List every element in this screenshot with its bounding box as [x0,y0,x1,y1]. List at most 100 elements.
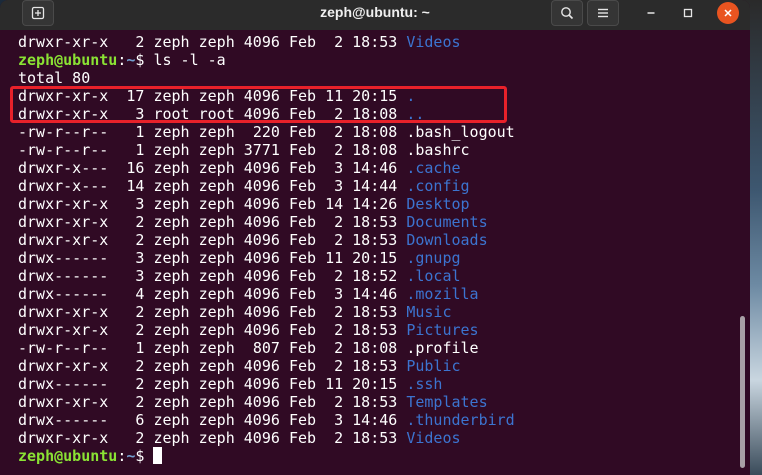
link-count: 2 [135,231,145,249]
minimize-button[interactable] [640,2,662,24]
time: 14:26 [352,195,398,213]
link-count: 2 [135,375,145,393]
maximize-icon [683,8,693,18]
permissions: drwxr-x--- [18,159,109,177]
listing-row: drwxr-xr-x 2 zeph zeph 4096 Feb 2 18:53 … [18,393,488,411]
time: 18:53 [352,393,398,411]
owner: zeph [153,231,190,249]
plus-in-box-icon [31,6,45,20]
new-tab-button[interactable] [22,0,54,26]
file-size: 3771 [243,141,280,159]
day: 2 [334,231,344,249]
link-count: 6 [135,411,145,429]
owner: zeph [153,141,190,159]
directory-name: .config [406,177,470,195]
file-size: 4096 [243,393,280,411]
search-icon [561,7,574,20]
day: 2 [334,267,344,285]
month: Feb [288,213,317,231]
month: Feb [288,33,317,51]
listing-row: drwx------ 3 zeph zeph 4096 Feb 11 20:15… [18,249,461,267]
permissions: -rw-r--r-- [18,123,109,141]
day: 11 [325,249,344,267]
day: 2 [334,321,344,339]
day: 2 [334,339,344,357]
day: 2 [334,429,344,447]
day: 11 [325,375,344,393]
time: 18:53 [352,303,398,321]
listing-row: drwxr-xr-x 2 zeph zeph 4096 Feb 2 18:53 … [18,33,461,51]
owner: zeph [153,357,190,375]
listing-row: drwxr-xr-x 2 zeph zeph 4096 Feb 2 18:53 … [18,303,452,321]
time: 20:15 [352,375,398,393]
total-text: total 80 [18,69,91,87]
time: 14:46 [352,285,398,303]
group: zeph [198,321,235,339]
month: Feb [288,357,317,375]
listing-row: drwxr-xr-x 2 zeph zeph 4096 Feb 2 18:53 … [18,231,488,249]
permissions: drwxr-xr-x [18,303,109,321]
group: zeph [198,339,235,357]
link-count: 2 [135,303,145,321]
directory-name: Templates [406,393,488,411]
link-count: 3 [135,249,145,267]
link-count: 1 [135,339,145,357]
time: 18:53 [352,33,398,51]
time: 18:53 [352,357,398,375]
prompt-user-host: zeph@ubuntu [18,51,118,69]
total-line: total 80 [18,69,90,87]
link-count: 2 [135,357,145,375]
file-name: .bash_logout [406,123,515,141]
permissions: drwxr-xr-x [18,393,109,411]
permissions: drwxr-xr-x [18,321,109,339]
time: 14:46 [352,159,398,177]
day: 2 [334,357,344,375]
file-size: 4096 [243,195,280,213]
permissions: -rw-r--r-- [18,141,109,159]
owner: zeph [153,375,190,393]
listing-row: drwxr-xr-x 2 zeph zeph 4096 Feb 2 18:53 … [18,429,461,447]
owner: zeph [153,33,190,51]
title-bar[interactable]: zeph@ubuntu: ~ [0,0,750,30]
listing-row: drwxr-x--- 14 zeph zeph 4096 Feb 3 14:44… [18,177,470,195]
link-count: 14 [126,177,145,195]
day: 2 [334,123,344,141]
file-size: 4096 [243,249,280,267]
owner: zeph [153,285,190,303]
search-button[interactable] [551,0,583,26]
month: Feb [288,321,317,339]
file-size: 4096 [243,321,280,339]
listing-row: drwxr-xr-x 3 zeph zeph 4096 Feb 14 14:26… [18,195,470,213]
month: Feb [288,123,317,141]
group: zeph [198,177,235,195]
month: Feb [288,393,317,411]
file-size: 4096 [243,429,280,447]
menu-button[interactable] [587,0,619,26]
listing-row: -rw-r--r-- 1 zeph zeph 3771 Feb 2 18:08 … [18,141,470,159]
scrollbar[interactable] [740,316,745,468]
group: zeph [198,231,235,249]
file-size: 4096 [243,33,280,51]
link-count: 2 [135,321,145,339]
close-button[interactable] [717,2,739,24]
directory-name: .thunderbird [406,411,515,429]
highlight-annotation-box [10,86,507,123]
day: 14 [325,195,344,213]
group: zeph [198,33,235,51]
prompt-symbol: $ [135,51,145,69]
day: 3 [334,177,344,195]
file-size: 4096 [243,411,280,429]
time: 18:53 [352,213,398,231]
file-size: 4096 [243,303,280,321]
listing-row: drwxr-xr-x 2 zeph zeph 4096 Feb 2 18:53 … [18,321,479,339]
directory-name: Videos [406,429,461,447]
time: 18:53 [352,231,398,249]
link-count: 2 [135,33,145,51]
directory-name: .cache [406,159,461,177]
group: zeph [198,195,235,213]
directory-name: Downloads [406,231,488,249]
group: zeph [198,159,235,177]
maximize-button[interactable] [677,2,699,24]
permissions: drwxr-x--- [18,177,109,195]
terminal-window: zeph@ubuntu: ~ drwxr-xr-x 2 zeph zeph 40… [0,0,750,475]
